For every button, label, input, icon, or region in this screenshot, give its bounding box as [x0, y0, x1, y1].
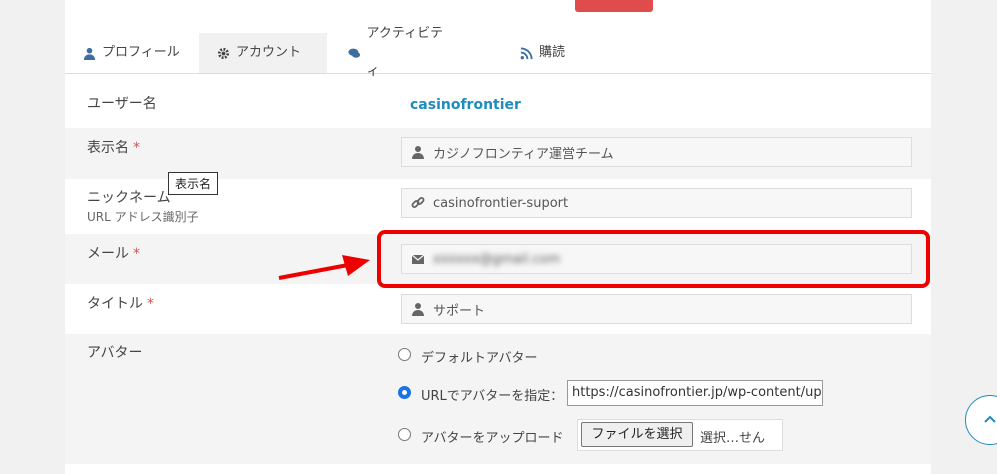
- nickname-value: casinofrontier-suport: [433, 195, 569, 211]
- scroll-top-button[interactable]: [965, 395, 997, 445]
- required-mark: *: [147, 296, 154, 312]
- avatar-label: アバター: [87, 345, 143, 361]
- avatar-upload-radio[interactable]: [398, 428, 411, 441]
- tooltip: 表示名: [168, 172, 219, 195]
- tab-label: プロフィール: [102, 45, 180, 60]
- tab-subscriptions[interactable]: 購読: [502, 33, 602, 73]
- user-icon: [412, 303, 424, 316]
- chevron-up-icon: [984, 415, 996, 423]
- title-field[interactable]: サポート: [401, 294, 912, 324]
- avatar-url-label[interactable]: URLでアバターを指定：: [421, 385, 563, 404]
- nickname-sublabel: URL アドレス識別子: [87, 210, 199, 224]
- user-icon: [412, 146, 424, 159]
- tab-label: 購読: [539, 45, 566, 60]
- user-icon: [83, 47, 96, 60]
- avatar-url-input[interactable]: https://casinofrontier.jp/wp-content/upl…: [567, 380, 823, 406]
- required-mark: *: [133, 246, 140, 262]
- choose-file-button[interactable]: ファイルを選択: [581, 422, 693, 447]
- username-value: casinofrontier: [410, 97, 521, 113]
- avatar-default-label[interactable]: デフォルトアバター: [421, 347, 537, 366]
- gear-icon: [217, 47, 230, 59]
- link-icon: [411, 197, 425, 208]
- email-label: メール *: [87, 246, 140, 262]
- nickname-field[interactable]: casinofrontier-suport: [401, 188, 912, 218]
- username-label: ユーザー名: [87, 96, 157, 112]
- title-label: タイトル *: [87, 296, 154, 312]
- display-name-field[interactable]: カジノフロンティア運営チーム: [401, 137, 912, 167]
- avatar-upload-label[interactable]: アバターをアップロード: [421, 427, 563, 446]
- avatar-default-radio[interactable]: [398, 348, 411, 361]
- display-name-label: 表示名 *: [87, 140, 140, 156]
- nickname-label: ニックネーム: [87, 190, 171, 206]
- title-value: サポート: [433, 303, 486, 319]
- required-mark: *: [133, 140, 140, 156]
- red-arrow: [278, 255, 370, 280]
- display-name-value: カジノフロンティア運営チーム: [433, 146, 614, 162]
- tab-profile[interactable]: プロフィール: [65, 33, 199, 73]
- comments-icon: [348, 48, 361, 58]
- tab-label: アカウント: [236, 45, 302, 60]
- tab-bar: プロフィール アカウント アクティビティ 購読: [65, 26, 931, 79]
- top-button-partial[interactable]: [575, 0, 653, 12]
- avatar-url-radio[interactable]: [398, 386, 411, 399]
- tab-activity[interactable]: アクティビティ: [330, 26, 470, 79]
- tab-account[interactable]: アカウント: [199, 33, 327, 73]
- file-status: 選択…せん: [700, 431, 766, 446]
- rss-icon: [520, 46, 533, 59]
- highlight-box: [377, 230, 930, 288]
